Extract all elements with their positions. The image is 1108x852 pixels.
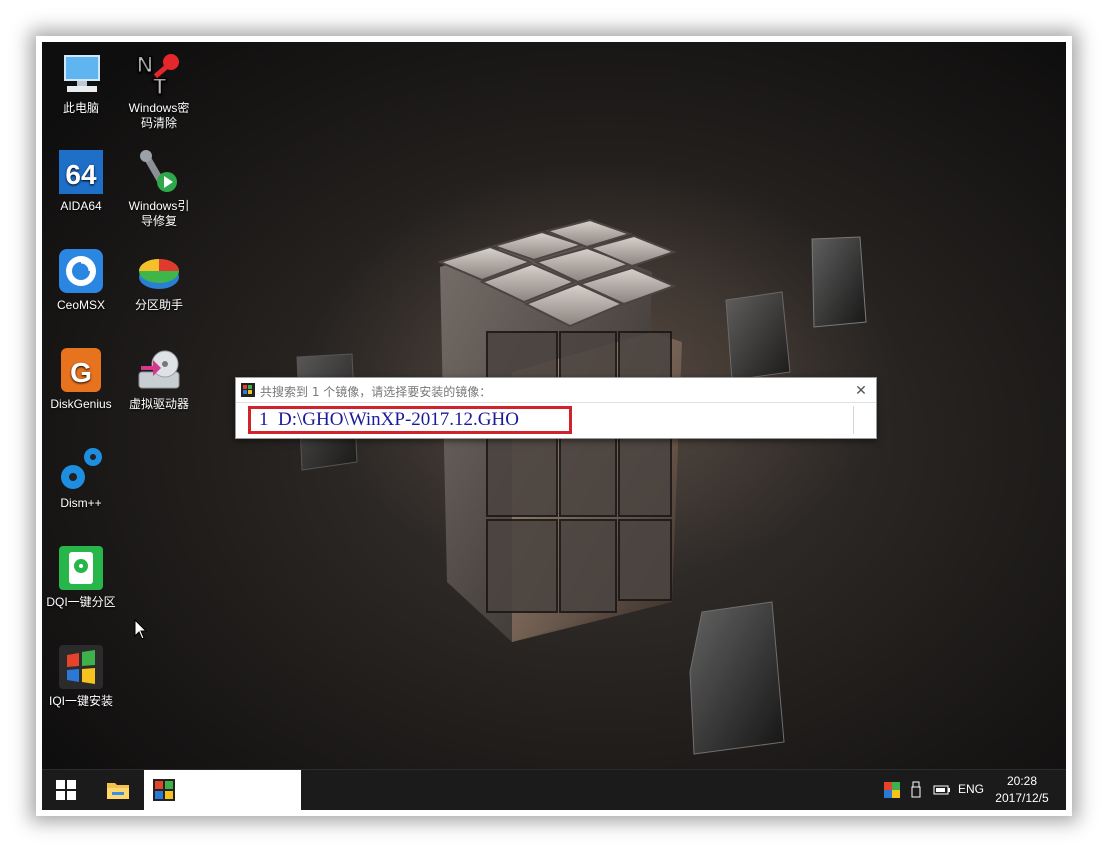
battery-icon[interactable] (933, 784, 951, 796)
desktop-icon-windows-password-clear[interactable]: NT Windows密 码清除 (116, 50, 202, 131)
dqi-partition-icon (57, 544, 105, 592)
desktop: 此电脑 NT Windows密 码清除 64 AIDA64 Windows引 导… (42, 42, 1066, 810)
image-listbox[interactable]: 1 D:\GHO\WinXP-2017.12.GHO (238, 405, 874, 435)
desktop-icon-partition-assistant[interactable]: 分区助手 (116, 247, 202, 313)
taskbar-active-app[interactable] (144, 770, 301, 810)
icon-label-line2: 导修复 (140, 214, 177, 228)
aida64-icon: 64 (57, 148, 105, 196)
boot-repair-icon (135, 148, 183, 196)
mouse-cursor (134, 619, 148, 640)
svg-text:64: 64 (65, 159, 97, 190)
clock-date: 2017/12/5 (995, 791, 1049, 805)
start-button[interactable] (42, 770, 90, 810)
image-list-item[interactable]: 1 D:\GHO\WinXP-2017.12.GHO (248, 406, 572, 434)
icon-label-line2: 码清除 (140, 116, 177, 130)
nt-password-icon: NT (135, 50, 183, 100)
icon-label: IQI一键安装 (48, 694, 113, 708)
desktop-icon-virtual-drive[interactable]: 虚拟驱动器 (116, 346, 202, 412)
desktop-icon-windows-boot-repair[interactable]: Windows引 导修复 (116, 148, 202, 229)
listbox-divider (853, 406, 854, 434)
dialog-titlebar[interactable]: 共搜索到 1 个镜像，请选择要安装的镜像： ✕ (236, 378, 876, 403)
svg-text:N: N (137, 52, 153, 77)
clock-time: 20:28 (1006, 774, 1038, 788)
this-pc-icon (57, 50, 105, 98)
close-icon[interactable]: ✕ (852, 381, 870, 399)
icon-label-line1: Windows引 (128, 199, 190, 213)
windows-logo-icon (241, 383, 255, 397)
dialog-title: 共搜索到 1 个镜像，请选择要安装的镜像： (260, 385, 492, 399)
icon-label-line1: Windows密 (128, 101, 190, 115)
svg-text:G: G (70, 357, 92, 388)
partition-assistant-icon (135, 247, 183, 295)
svg-text:T: T (153, 74, 167, 98)
icon-label: Dism++ (60, 496, 102, 510)
icon-label: DQI一键分区 (46, 595, 116, 609)
icon-label: 分区助手 (134, 298, 183, 312)
image-select-dialog: 共搜索到 1 个镜像，请选择要安装的镜像： ✕ 1 D:\GHO\WinXP-2… (235, 377, 877, 439)
color-tray-icon[interactable] (884, 782, 900, 798)
icon-label: DiskGenius (50, 397, 112, 411)
ceomsx-icon (57, 247, 105, 295)
folder-icon (107, 783, 129, 799)
file-explorer-button[interactable] (97, 770, 139, 810)
desktop-icon-aida64[interactable]: 64 AIDA64 (42, 148, 124, 214)
windows-start-icon (56, 780, 76, 800)
taskbar: ENG 20:28 2017/12/5 (42, 769, 1066, 810)
desktop-icon-ceomsx[interactable]: CeoMSX (42, 247, 124, 313)
icon-label: CeoMSX (56, 298, 106, 312)
icon-label: 此电脑 (62, 101, 99, 115)
virtual-drive-icon (135, 346, 183, 394)
icon-label: 虚拟驱动器 (128, 397, 189, 411)
desktop-icon-iqi-install[interactable]: IQI一键安装 (42, 643, 124, 709)
clock[interactable]: 20:28 2017/12/5 (990, 773, 1054, 807)
iqi-install-icon (57, 643, 105, 691)
desktop-icon-diskgenius[interactable]: G DiskGenius (42, 346, 124, 412)
windows-logo-icon (153, 779, 175, 801)
language-indicator[interactable]: ENG (958, 782, 984, 796)
desktop-icon-this-pc[interactable]: 此电脑 (42, 50, 124, 116)
diskgenius-icon: G (57, 346, 105, 394)
usb-icon[interactable] (910, 781, 922, 799)
desktop-icon-dism[interactable]: Dism++ (42, 445, 124, 511)
icon-label: AIDA64 (60, 199, 102, 213)
dism-gears-icon (57, 445, 105, 493)
desktop-icon-dqi-partition[interactable]: DQI一键分区 (42, 544, 124, 610)
